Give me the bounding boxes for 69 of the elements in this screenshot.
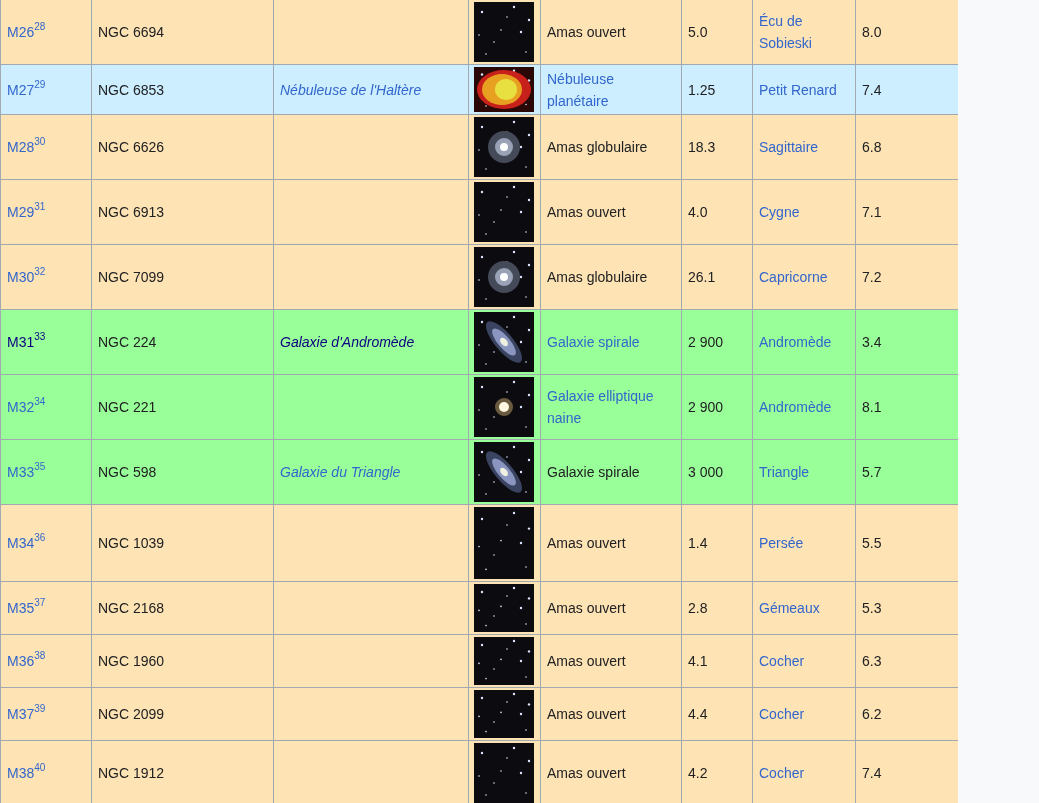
distance-text: 2.8 bbox=[688, 599, 708, 618]
ngc-text: NGC 221 bbox=[98, 398, 157, 417]
messier-link[interactable]: M29$^{31}$ bbox=[7, 201, 46, 223]
distance-text: 2 900 bbox=[688, 398, 724, 417]
ngc-text: NGC 2099 bbox=[98, 705, 165, 724]
messier-link[interactable]: M35$^{37}$ bbox=[7, 597, 46, 619]
magnitude-text: 5.7 bbox=[862, 463, 882, 482]
magnitude-text: 8.1 bbox=[862, 398, 882, 417]
distance-text: 4.2 bbox=[688, 764, 708, 783]
magnitude-text: 7.2 bbox=[862, 268, 882, 287]
magnitude-text: 7.1 bbox=[862, 203, 882, 222]
messier-link[interactable]: M38$^{40}$ bbox=[7, 762, 46, 784]
distance-text: 4.0 bbox=[688, 203, 708, 222]
magnitude-text: 7.4 bbox=[862, 80, 882, 100]
distance-text: 4.4 bbox=[688, 705, 708, 724]
ngc-text: NGC 6626 bbox=[98, 138, 165, 157]
messier-link[interactable]: M30$^{32}$ bbox=[7, 266, 46, 288]
magnitude-text: 6.8 bbox=[862, 138, 882, 157]
magnitude-text: 6.2 bbox=[862, 705, 882, 724]
distance-text: 4.1 bbox=[688, 652, 708, 671]
ngc-text: NGC 6694 bbox=[98, 23, 165, 42]
constellation-link[interactable]: Persée bbox=[759, 532, 804, 554]
ngc-text: NGC 598 bbox=[98, 463, 157, 482]
ngc-text: NGC 7099 bbox=[98, 268, 165, 287]
messier-link[interactable]: M37$^{39}$ bbox=[7, 703, 46, 725]
constellation-link[interactable]: Cocher bbox=[759, 650, 805, 672]
magnitude-text: 5.3 bbox=[862, 599, 882, 618]
ngc-text: NGC 1912 bbox=[98, 764, 165, 783]
messier-link[interactable]: M27$^{29}$ bbox=[7, 78, 46, 101]
object-type: Amas ouvert bbox=[547, 23, 626, 42]
magnitude-text: 8.0 bbox=[862, 23, 882, 42]
object-type: Amas ouvert bbox=[547, 764, 626, 783]
messier-link[interactable]: M33$^{35}$ bbox=[7, 461, 46, 483]
messier-link[interactable]: M32$^{34}$ bbox=[7, 396, 46, 418]
ngc-text: NGC 1960 bbox=[98, 652, 165, 671]
object-type: Galaxie spirale bbox=[547, 463, 640, 482]
magnitude-text: 3.4 bbox=[862, 333, 882, 352]
magnitude-text: 5.5 bbox=[862, 534, 882, 553]
distance-text: 3 000 bbox=[688, 463, 724, 482]
messier-link[interactable]: M26$^{28}$ bbox=[7, 21, 46, 43]
object-type: Amas ouvert bbox=[547, 203, 626, 222]
messier-link[interactable]: M34$^{36}$ bbox=[7, 532, 46, 554]
constellation-link[interactable]: Cocher bbox=[759, 762, 805, 784]
messier-link[interactable]: M36$^{38}$ bbox=[7, 650, 46, 672]
constellation-link[interactable]: Cygne bbox=[759, 201, 800, 223]
object-type: Amas ouvert bbox=[547, 652, 626, 671]
object-type: Amas globulaire bbox=[547, 138, 648, 157]
constellation-link[interactable]: Sagittaire bbox=[759, 136, 819, 158]
distance-text: 5.0 bbox=[688, 23, 708, 42]
ngc-text: NGC 2168 bbox=[98, 599, 165, 618]
distance-text: 26.1 bbox=[688, 268, 716, 287]
object-type: Amas ouvert bbox=[547, 705, 626, 724]
messier-link[interactable]: M28$^{30}$ bbox=[7, 136, 46, 158]
magnitude-text: 6.3 bbox=[862, 652, 882, 671]
ngc-text: NGC 224 bbox=[98, 333, 157, 352]
distance-text: 18.3 bbox=[688, 138, 716, 157]
distance-text: 2 900 bbox=[688, 333, 724, 352]
magnitude-text: 7.4 bbox=[862, 764, 882, 783]
object-type: Amas ouvert bbox=[547, 599, 626, 618]
ngc-text: NGC 1039 bbox=[98, 534, 165, 553]
constellation-link[interactable]: Triangle bbox=[759, 461, 810, 483]
constellation-link[interactable]: Cocher bbox=[759, 703, 805, 725]
distance-text: 1.25 bbox=[688, 80, 716, 100]
object-type: Amas ouvert bbox=[547, 534, 626, 553]
ngc-text: NGC 6913 bbox=[98, 203, 165, 222]
distance-text: 1.4 bbox=[688, 534, 708, 553]
ngc-text: NGC 6853 bbox=[98, 80, 165, 100]
object-type: Amas globulaire bbox=[547, 268, 648, 287]
messier-link[interactable]: M31$^{33}$ bbox=[7, 331, 46, 353]
